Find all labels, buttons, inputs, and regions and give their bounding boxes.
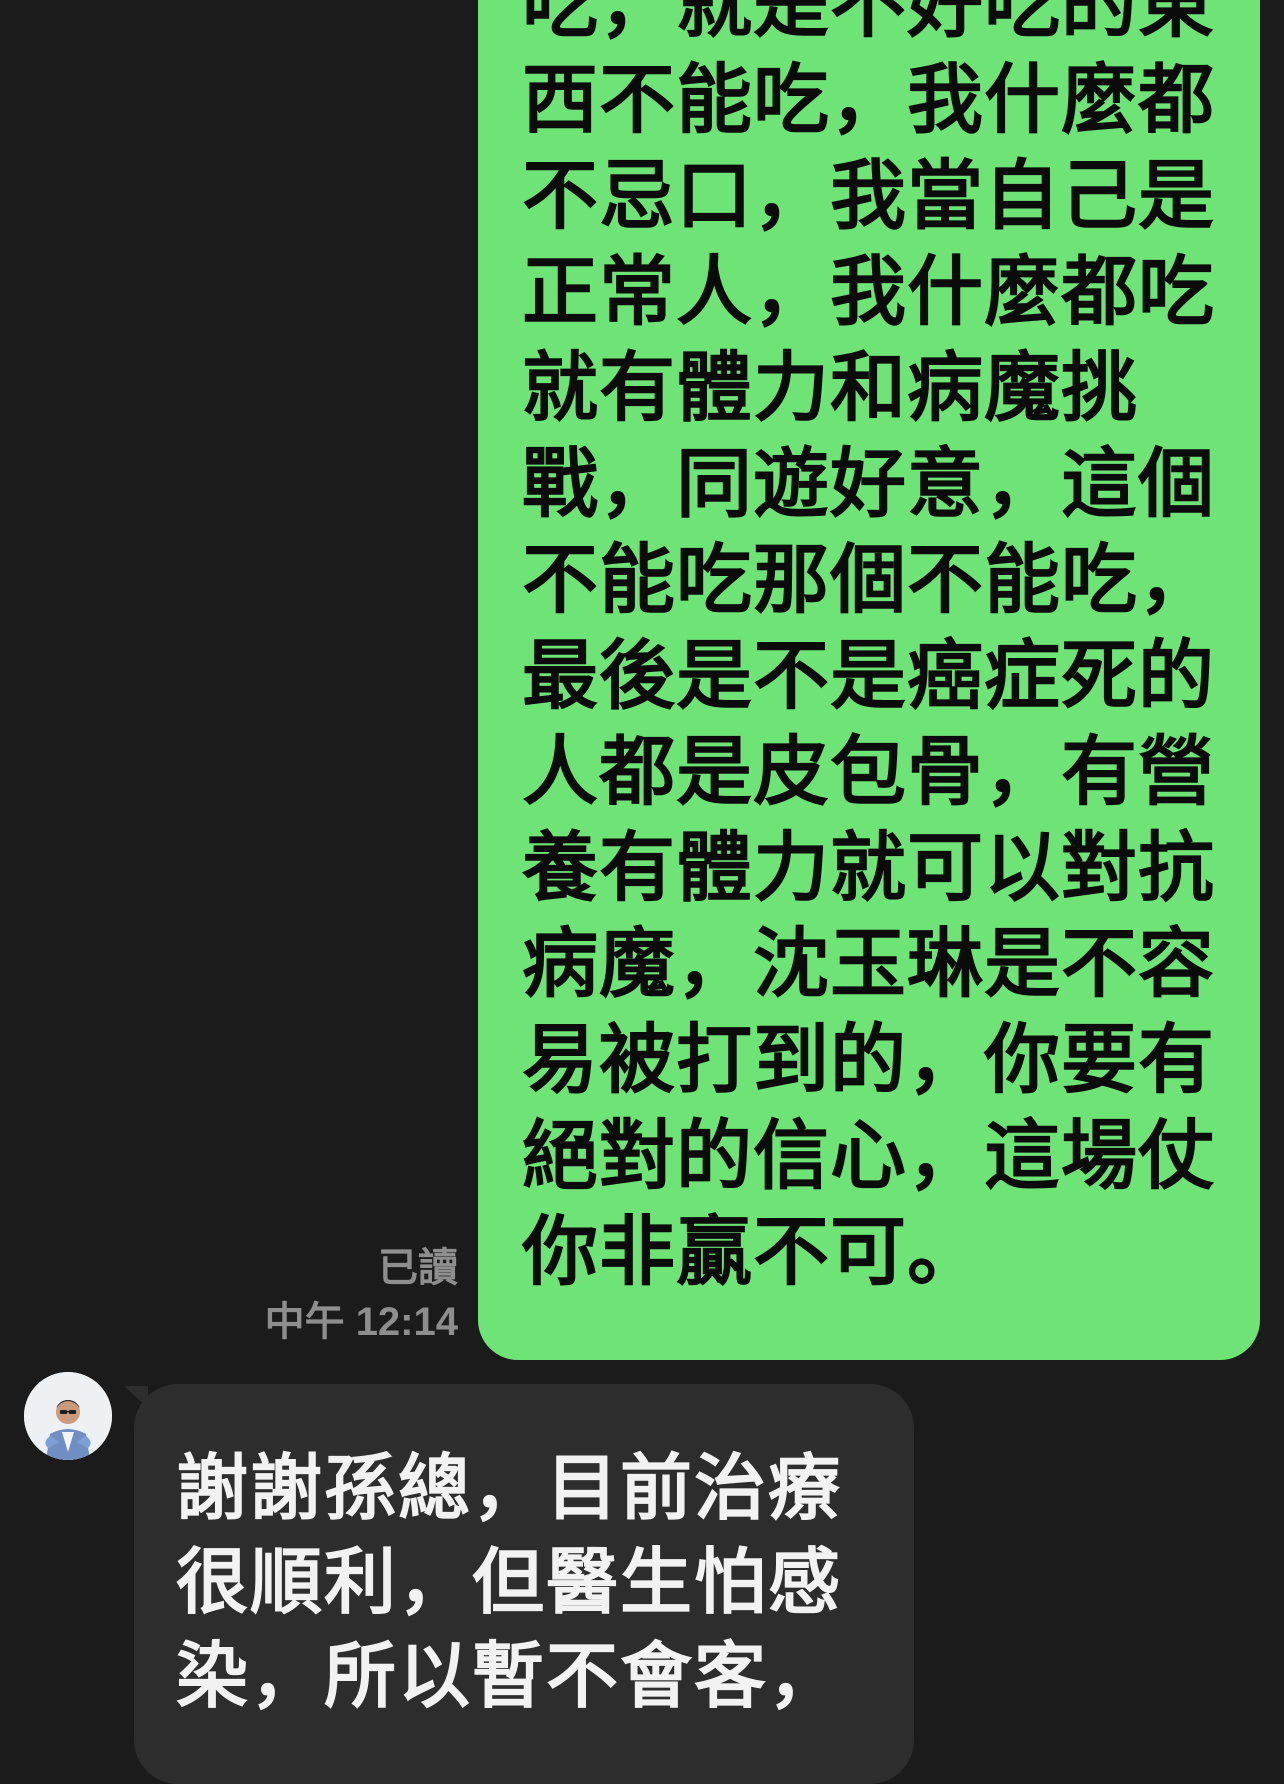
message-timestamp: 中午 12:14 — [264, 1300, 458, 1344]
user-avatar[interactable] — [24, 1372, 112, 1460]
sent-message-line: 病魔，沈玉琳是不容 — [522, 919, 1215, 1008]
sent-message-line: 易被打到的，你要有 — [522, 1015, 1215, 1104]
sent-message-line: 戰，同遊好意，這個 — [522, 439, 1215, 528]
received-message-line: 謝謝孫總，目前治療 — [176, 1446, 843, 1530]
sent-message-line: 就有體力和病魔挑 — [522, 343, 1138, 432]
sent-message-line: 吃，就是不好吃的東 — [522, 0, 1215, 48]
sent-message-line: 不能吃那個不能吃， — [522, 535, 1215, 624]
sent-message-line: 你非贏不可。 — [522, 1207, 984, 1296]
sent-message-line: 養有體力就可以對抗 — [522, 823, 1215, 912]
user-avatar-icon — [24, 1372, 112, 1460]
sent-message-line: 絕對的信心，這場仗 — [522, 1111, 1215, 1200]
read-status: 已讀 — [378, 1246, 458, 1290]
sent-message-line: 人都是皮包骨，有營 — [522, 727, 1215, 816]
sent-message-bubble[interactable]: 吃，就是不好吃的東 西不能吃，我什麼都 不忌口，我當自己是 正常人，我什麼都吃 … — [478, 0, 1260, 1360]
sent-message-line: 最後是不是癌症死的 — [522, 631, 1215, 720]
sent-message-line: 西不能吃，我什麼都 — [522, 55, 1215, 144]
received-message-line: 染，所以暫不會客， — [176, 1634, 843, 1718]
sent-message-line: 正常人，我什麼都吃 — [522, 247, 1215, 336]
received-message-line: 很順利，但醫生怕感 — [176, 1540, 843, 1624]
received-message-bubble[interactable]: 謝謝孫總，目前治療 很順利，但醫生怕感 染，所以暫不會客， — [134, 1384, 914, 1784]
sent-message-line: 不忌口，我當自己是 — [522, 151, 1215, 240]
